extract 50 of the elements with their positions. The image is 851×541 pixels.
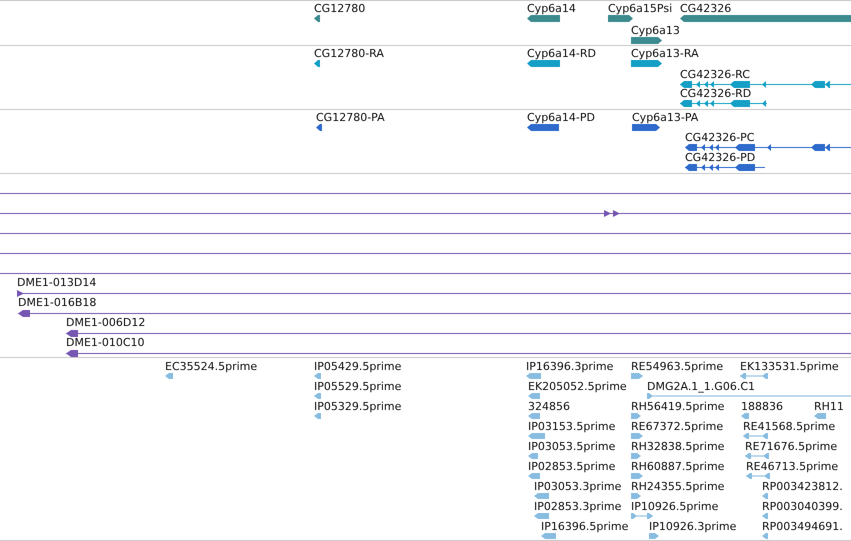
feature-label: CG42326-PC (685, 131, 754, 144)
feature-label: IP02853.5prime (528, 460, 616, 473)
feature-label: CG42326-RC (680, 68, 750, 81)
feature-label: IP05329.5prime (314, 400, 402, 413)
feature-label: RE54963.5prime (631, 360, 724, 373)
feature-label: EK205052.5prime (528, 380, 627, 393)
feature-label: DME1-006D12 (66, 316, 146, 329)
feature-label: IP05529.5prime (314, 380, 402, 393)
feature-label: EK133531.5prime (740, 360, 839, 373)
feature-label: IP03153.5prime (528, 420, 616, 433)
feature-label: DME1-016B18 (18, 296, 96, 309)
feature-label: RH24355.5prime (631, 480, 724, 493)
feature-label: Cyp6a15Psi (608, 2, 672, 15)
feature-label: IP05429.5prime (314, 360, 402, 373)
feature-label: CG42326-PD (685, 151, 756, 164)
feature-label: RH11 (814, 400, 844, 413)
feature-label: Cyp6a13-RA (631, 47, 699, 60)
feature-label: DMG2A.1_1.G06.C1 (647, 380, 756, 393)
feature-label: CG42326 (680, 2, 732, 15)
feature-label: RP003040399. (762, 500, 843, 513)
feature-label: Cyp6a14-PD (527, 111, 595, 124)
feature-label: EC35524.5prime (165, 360, 258, 373)
feature-label: IP02853.3prime (534, 500, 622, 513)
feature-label: RH60887.5prime (631, 460, 724, 473)
feature-label: RE71676.5prime (745, 440, 838, 453)
feature-label: RE46713.5prime (746, 460, 838, 473)
feature-label: DME1-010C10 (66, 336, 145, 349)
feature-label: RP003423812. (762, 480, 843, 493)
feature-label: IP10926.5prime (631, 500, 718, 513)
feature-label: IP10926.3prime (649, 520, 736, 533)
feature-label: Cyp6a14-RD (527, 47, 596, 60)
feature-label: RE41568.5prime (743, 420, 836, 433)
feature-label: IP03053.5prime (528, 440, 616, 453)
feature-label: IP03053.3prime (534, 480, 622, 493)
feature-label: CG42326-RD (680, 87, 752, 100)
feature-label: DME1-013D14 (17, 276, 96, 289)
feature-label: CG12780-RA (314, 47, 384, 60)
feature-label: RH32838.5prime (631, 440, 724, 453)
feature-label: 188836 (741, 400, 783, 413)
feature-label: CG12780-PA (316, 111, 385, 124)
feature-label: IP16396.5prime (541, 520, 628, 533)
feature-label: RE67372.5prime (631, 420, 724, 433)
feature-label: RP003494691. (762, 520, 843, 533)
feature-label: CG12780 (314, 2, 366, 15)
feature-label: 324856 (528, 400, 570, 413)
feature-label: IP16396.3prime (526, 360, 614, 373)
feature-label: Cyp6a14 (527, 2, 576, 15)
feature-label: RH56419.5prime (631, 400, 724, 413)
feature-label: Cyp6a13-PA (632, 111, 698, 124)
feature-label: Cyp6a13 (631, 24, 680, 37)
